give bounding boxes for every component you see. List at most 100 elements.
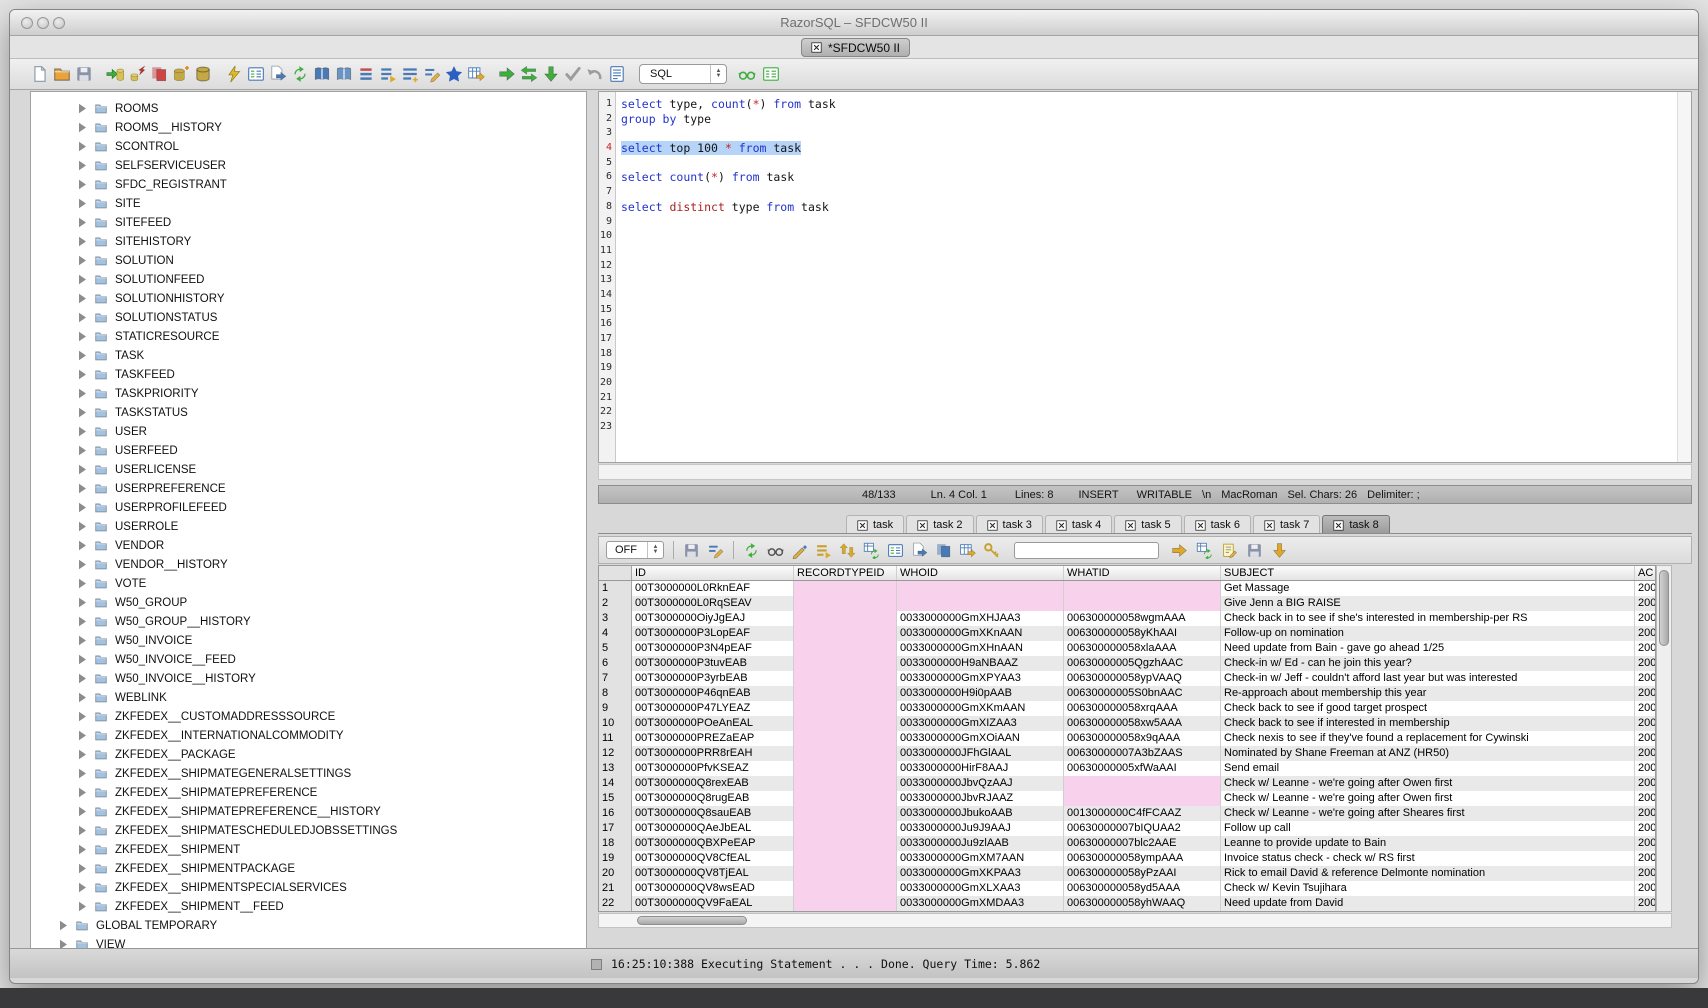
- grid-cell[interactable]: 00630000005xfWaAAI: [1064, 761, 1221, 776]
- favorites-icon[interactable]: [445, 65, 463, 83]
- row-number-cell[interactable]: 5: [599, 641, 632, 656]
- results-window-icon[interactable]: [762, 65, 780, 83]
- grid-cell[interactable]: Send email: [1221, 761, 1635, 776]
- grid-cell[interactable]: 00T3000000P3tuvEAB: [632, 656, 794, 671]
- grid-cell[interactable]: 200: [1635, 776, 1656, 791]
- expand-triangle-icon[interactable]: [78, 160, 87, 171]
- grid-cell[interactable]: 0033000000GmXKmAAN: [897, 701, 1064, 716]
- row-number-cell[interactable]: 13: [599, 761, 632, 776]
- save-grid-icon[interactable]: [1246, 542, 1263, 559]
- row-number-cell[interactable]: 21: [599, 881, 632, 896]
- grid-cell[interactable]: 200: [1635, 791, 1656, 806]
- grid-cell[interactable]: Nominated by Shane Freeman at ANZ (HR50): [1221, 746, 1635, 761]
- row-number-cell[interactable]: 8: [599, 686, 632, 701]
- table-row[interactable]: 100T3000000L0RknEAFGet Massage200: [599, 581, 1655, 596]
- table-row[interactable]: 400T3000000P3LopEAF0033000000GmXKnAAN006…: [599, 626, 1655, 641]
- sql-code-area[interactable]: select type, count(*) from taskgroup by …: [616, 92, 1691, 462]
- grid-cell[interactable]: 00T3000000QAeJbEAL: [632, 821, 794, 836]
- grid-cell[interactable]: Rick to email David & reference Delmonte…: [1221, 866, 1635, 881]
- expand-triangle-icon[interactable]: [78, 730, 87, 741]
- minimize-window-button[interactable]: [37, 17, 49, 29]
- row-number-cell[interactable]: 10: [599, 716, 632, 731]
- grid-cell[interactable]: [794, 806, 897, 821]
- tree-item-zkfedex-shipmatepreference-history[interactable]: ZKFEDEX__SHIPMATEPREFERENCE__HISTORY: [31, 802, 586, 821]
- table-row[interactable]: 2100T3000000QV8wsEAD0033000000GmXLXAA300…: [599, 881, 1655, 896]
- table-row[interactable]: 1900T3000000QV8CfEAL0033000000GmXM7AAN00…: [599, 851, 1655, 866]
- table-row[interactable]: 500T3000000P3N4pEAF0033000000GmXHnAAN006…: [599, 641, 1655, 656]
- grid-cell[interactable]: Check w/ Leanne - we're going after Shea…: [1221, 806, 1635, 821]
- execute-all-icon[interactable]: [520, 65, 538, 83]
- grid-cell[interactable]: Leanne to provide update to Bain: [1221, 836, 1635, 851]
- result-tab-task-3[interactable]: task 3: [976, 515, 1043, 533]
- grid-cell[interactable]: 0013000000C4fFCAAZ: [1064, 806, 1221, 821]
- grid-cell[interactable]: 00630000007bIQUAA2: [1064, 821, 1221, 836]
- grid-cell[interactable]: 200: [1635, 596, 1656, 611]
- go-to-row-icon[interactable]: [1171, 542, 1188, 559]
- grid-cell[interactable]: 006300000058yKhAAI: [1064, 626, 1221, 641]
- grid-cell[interactable]: 200: [1635, 836, 1656, 851]
- format-sql-icon[interactable]: [423, 65, 441, 83]
- grid-cell[interactable]: [897, 596, 1064, 611]
- table-row[interactable]: 1500T3000000Q8rugEAB0033000000JbvRJAAZCh…: [599, 791, 1655, 806]
- expand-triangle-icon[interactable]: [78, 673, 87, 684]
- expand-triangle-icon[interactable]: [78, 198, 87, 209]
- row-number-cell[interactable]: [599, 566, 632, 580]
- row-number-cell[interactable]: 2: [599, 596, 632, 611]
- grid-cell[interactable]: Check back to see if interested in membe…: [1221, 716, 1635, 731]
- tree-item-vote[interactable]: VOTE: [31, 574, 586, 593]
- table-row[interactable]: 1400T3000000Q8rexEAB0033000000JbvQzAAJCh…: [599, 776, 1655, 791]
- expand-triangle-icon[interactable]: [78, 350, 87, 361]
- grid-cell[interactable]: 200: [1635, 611, 1656, 626]
- grid-cell[interactable]: 006300000058x9qAAA: [1064, 731, 1221, 746]
- tree-item-rooms[interactable]: ROOMS: [31, 99, 586, 118]
- grid-cell[interactable]: 00T3000000QV8TjEAL: [632, 866, 794, 881]
- grid-cell[interactable]: 200: [1635, 866, 1656, 881]
- close-tab-icon[interactable]: [1264, 520, 1275, 531]
- table-row[interactable]: 1200T3000000PRR8rEAH0033000000JFhGlAAL00…: [599, 746, 1655, 761]
- grid-cell[interactable]: Check-in w/ Ed - can he join this year?: [1221, 656, 1635, 671]
- disconnect-icon[interactable]: [128, 65, 146, 83]
- save-results-icon[interactable]: [683, 542, 700, 559]
- grid-cell[interactable]: 00T3000000OiyJgEAJ: [632, 611, 794, 626]
- grid-cell[interactable]: Follow up call: [1221, 821, 1635, 836]
- column-header-whoid[interactable]: WHOID: [897, 566, 1064, 580]
- grid-cell[interactable]: 200: [1635, 746, 1656, 761]
- result-tab-task[interactable]: task: [846, 515, 904, 533]
- grid-cell[interactable]: Check w/ Kevin Tsujihara: [1221, 881, 1635, 896]
- refresh-results-icon[interactable]: [743, 542, 760, 559]
- expand-triangle-icon[interactable]: [78, 122, 87, 133]
- result-tab-task-2[interactable]: task 2: [906, 515, 973, 533]
- tree-item-zkfedex-shipmatepreference[interactable]: ZKFEDEX__SHIPMATEPREFERENCE: [31, 783, 586, 802]
- grid-cell[interactable]: 0033000000HirF8AAJ: [897, 761, 1064, 776]
- table-row[interactable]: 1300T3000000PfvKSEAZ0033000000HirF8AAJ00…: [599, 761, 1655, 776]
- sync-table-icon[interactable]: [863, 542, 880, 559]
- expand-triangle-icon[interactable]: [78, 901, 87, 912]
- grid-cell[interactable]: [897, 581, 1064, 596]
- grid-cell[interactable]: [794, 896, 897, 911]
- row-number-cell[interactable]: 12: [599, 746, 632, 761]
- document-tab[interactable]: *SFDCW50 II: [801, 38, 910, 57]
- row-number-cell[interactable]: 3: [599, 611, 632, 626]
- tree-item-userfeed[interactable]: USERFEED: [31, 441, 586, 460]
- column-header-id[interactable]: ID: [632, 566, 794, 580]
- tree-item-sitefeed[interactable]: SITEFEED: [31, 213, 586, 232]
- grid-cell[interactable]: 200: [1635, 701, 1656, 716]
- expand-triangle-icon[interactable]: [78, 141, 87, 152]
- expand-triangle-icon[interactable]: [78, 749, 87, 760]
- table-row[interactable]: 600T3000000P3tuvEAB0033000000H9aNBAAZ006…: [599, 656, 1655, 671]
- grid-cell[interactable]: [794, 671, 897, 686]
- grid-cell[interactable]: Check w/ Leanne - we're going after Owen…: [1221, 776, 1635, 791]
- grid-cell[interactable]: 200: [1635, 821, 1656, 836]
- tree-item-userpreference[interactable]: USERPREFERENCE: [31, 479, 586, 498]
- table-row[interactable]: 2000T3000000QV8TjEAL0033000000GmXKPAA300…: [599, 866, 1655, 881]
- tree-item-w50-group-history[interactable]: W50_GROUP__HISTORY: [31, 612, 586, 631]
- copy-rows-icon[interactable]: [935, 542, 952, 559]
- tree-item-zkfedex-shipmatescheduledjobssettings[interactable]: ZKFEDEX__SHIPMATESCHEDULEDJOBSSETTINGS: [31, 821, 586, 840]
- grid-cell[interactable]: 006300000058ympAAA: [1064, 851, 1221, 866]
- expand-triangle-icon[interactable]: [78, 597, 87, 608]
- tree-item-zkfedex-shipment-feed[interactable]: ZKFEDEX__SHIPMENT__FEED: [31, 897, 586, 916]
- grid-cell[interactable]: 006300000058yd5AAA: [1064, 881, 1221, 896]
- expand-triangle-icon[interactable]: [78, 692, 87, 703]
- grid-cell[interactable]: [1064, 596, 1221, 611]
- edit-cell-icon[interactable]: [791, 542, 808, 559]
